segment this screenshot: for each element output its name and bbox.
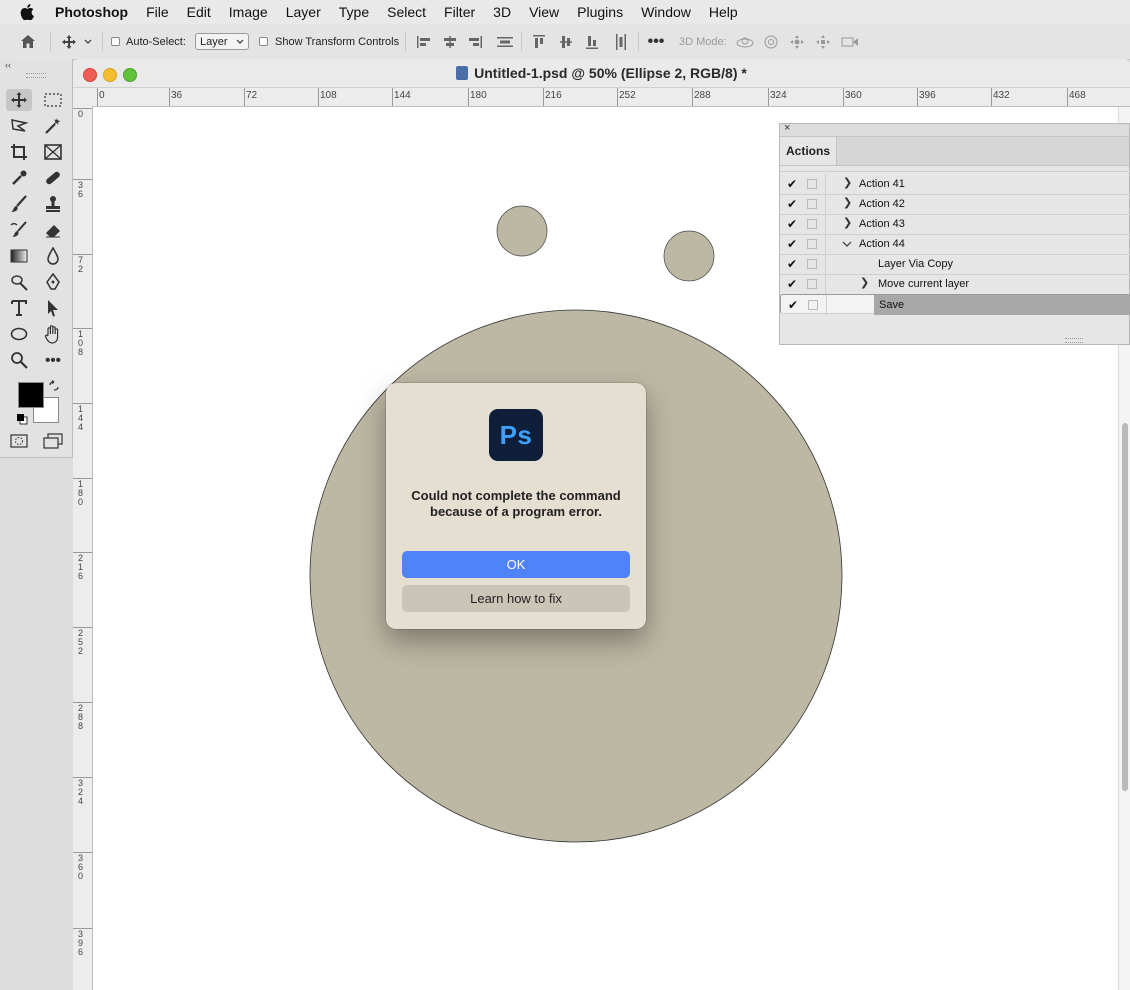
divider — [826, 295, 827, 315]
list-item[interactable]: ✔ ❯ Action 41 — [780, 174, 1130, 195]
check-icon[interactable]: ✔ — [787, 197, 797, 211]
dialog-toggle-box[interactable] — [807, 279, 817, 289]
check-icon[interactable]: ✔ — [787, 217, 797, 231]
panel-header[interactable]: × — [780, 122, 1129, 137]
action-label: Action 43 — [859, 218, 905, 230]
list-item — [780, 165, 1130, 172]
dialog-toggle-box[interactable] — [808, 300, 818, 310]
chevron-right-icon[interactable]: ❯ — [843, 196, 852, 209]
divider — [825, 254, 826, 274]
resize-handle[interactable] — [1065, 338, 1083, 343]
tab-actions[interactable]: Actions — [780, 137, 837, 165]
list-item[interactable]: ✔ Action 44 — [780, 234, 1130, 255]
divider — [825, 234, 826, 254]
dialog-toggle-box[interactable] — [807, 239, 817, 249]
list-item[interactable]: ✔ ❯ Action 43 — [780, 214, 1130, 235]
dialog-toggle-box[interactable] — [807, 179, 817, 189]
panel-tab-row: Actions — [780, 137, 1129, 166]
action-step-label: Save — [879, 299, 905, 311]
chevron-right-icon[interactable]: ❯ — [860, 276, 869, 289]
list-item[interactable]: ✔ ❯ Action 42 — [780, 194, 1130, 215]
check-icon[interactable]: ✔ — [787, 257, 797, 271]
check-icon[interactable]: ✔ — [787, 277, 797, 291]
error-message: Could not complete the command because o… — [411, 488, 621, 519]
logo-text: Ps — [499, 419, 533, 450]
selection-highlight — [874, 295, 1130, 315]
chevron-down-icon[interactable] — [842, 239, 852, 251]
divider — [825, 214, 826, 234]
list-item[interactable]: ✔ Save — [780, 294, 1130, 315]
close-panel-icon[interactable]: × — [784, 122, 790, 134]
small-ellipse-2[interactable] — [663, 230, 715, 282]
dialog-toggle-box[interactable] — [807, 199, 817, 209]
action-label: Action 41 — [859, 178, 905, 190]
ok-button[interactable]: OK — [402, 551, 630, 578]
small-ellipse-1[interactable] — [496, 205, 548, 257]
action-step-label: Layer Via Copy — [878, 258, 954, 270]
chevron-right-icon[interactable]: ❯ — [843, 216, 852, 229]
chevron-right-icon[interactable]: ❯ — [843, 176, 852, 189]
photoshop-logo-icon: Ps — [489, 409, 543, 461]
divider — [825, 194, 826, 214]
dialog-toggle-box[interactable] — [807, 219, 817, 229]
check-icon[interactable]: ✔ — [788, 298, 798, 312]
divider — [825, 174, 826, 194]
action-label: Action 44 — [859, 238, 905, 250]
learn-how-to-fix-button[interactable]: Learn how to fix — [402, 585, 630, 612]
list-item[interactable]: ✔ Layer Via Copy — [780, 254, 1130, 275]
dialog-toggle-box[interactable] — [807, 259, 817, 269]
divider — [825, 274, 826, 294]
check-icon[interactable]: ✔ — [787, 177, 797, 191]
foreground-color-swatch[interactable] — [18, 382, 44, 408]
check-icon[interactable]: ✔ — [787, 237, 797, 251]
error-dialog: Ps Could not complete the command becaus… — [386, 383, 646, 629]
actions-panel: × Actions ✔ ❯ Action 41 ✔ ❯ Action 42 ✔ … — [779, 122, 1130, 345]
action-label: Action 42 — [859, 198, 905, 210]
list-item[interactable]: ✔ ❯ Move current layer — [780, 274, 1130, 295]
action-step-label: Move current layer — [878, 278, 970, 290]
